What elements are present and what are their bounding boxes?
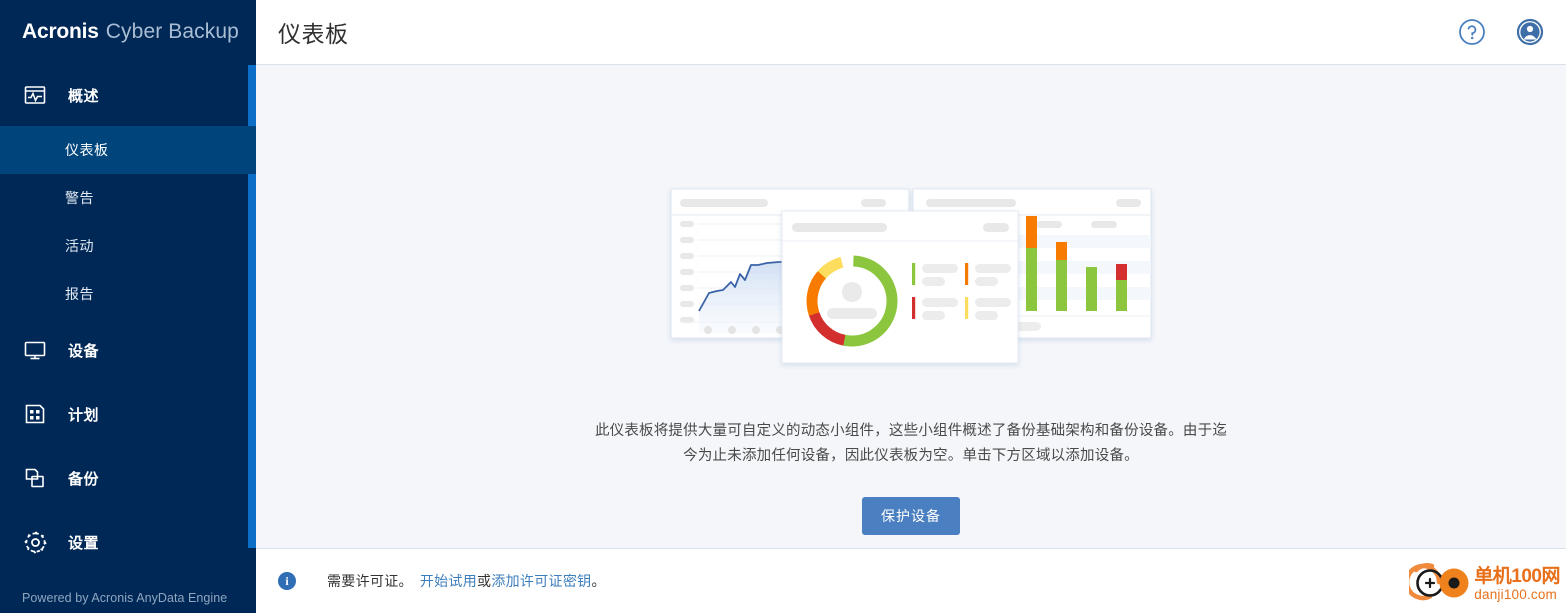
sidebar-item-settings[interactable]: 设置 <box>0 510 256 574</box>
copies-stack-icon <box>22 465 48 491</box>
sidebar-item-backups[interactable]: 备份 <box>0 446 256 510</box>
sidebar-item-devices-label: 设备 <box>68 342 100 360</box>
info-circle-icon: i <box>278 572 296 590</box>
application-window: Acronis Cyber Backup 概述 仪表板 警告 活动 报告 设备 … <box>0 0 1566 613</box>
sidebar-item-plans[interactable]: 计划 <box>0 382 256 446</box>
sidebar-item-activities[interactable]: 活动 <box>0 222 256 270</box>
sidebar-item-settings-label: 设置 <box>68 534 100 552</box>
top-header-bar: 仪表板 <box>256 0 1566 65</box>
logo-product-text: Cyber Backup <box>105 20 239 43</box>
danji100-logo-icon <box>1405 558 1471 611</box>
license-message: 需要许可证。 开始试用 或 添加许可证密钥 。 <box>327 571 606 591</box>
page-title: 仪表板 <box>278 21 349 47</box>
protect-device-button[interactable]: 保护设备 <box>862 497 960 535</box>
sidebar-item-dashboard-label: 仪表板 <box>65 142 109 158</box>
sidebar-item-alerts-label: 警告 <box>65 190 94 206</box>
sidebar-item-activities-label: 活动 <box>65 238 94 254</box>
license-period: 。 <box>591 573 606 589</box>
empty-state-description: 此仪表板将提供大量可自定义的动态小组件，这些小组件概述了备份基础架构和备份设备。… <box>594 423 1228 464</box>
plan-grid-icon <box>22 401 48 427</box>
help-question-circle-icon[interactable] <box>1458 18 1486 46</box>
sidebar-navigation: Acronis Cyber Backup 概述 仪表板 警告 活动 报告 设备 … <box>0 0 256 613</box>
start-trial-link[interactable]: 开始试用 <box>420 571 477 591</box>
license-required-text: 需要许可证。 <box>327 573 413 589</box>
license-separator: 或 <box>477 573 492 589</box>
sidebar-item-overview[interactable]: 概述 <box>0 64 256 126</box>
sidebar-footer-text: Powered by Acronis AnyData Engine <box>22 591 228 605</box>
dashboard-empty-state: 此仪表板将提供大量可自定义的动态小组件，这些小组件概述了备份基础架构和备份设备。… <box>256 65 1566 548</box>
user-account-circle-icon[interactable] <box>1516 18 1544 46</box>
monitor-icon <box>22 337 48 363</box>
sidebar-item-devices[interactable]: 设备 <box>0 318 256 382</box>
overview-monitor-pulse-icon <box>22 82 48 108</box>
sidebar-item-reports[interactable]: 报告 <box>0 270 256 318</box>
sidebar-item-backups-label: 备份 <box>68 470 100 488</box>
sidebar-item-reports-label: 报告 <box>65 286 94 302</box>
watermark-title: 单机100网 <box>1474 566 1560 588</box>
header-actions <box>1458 18 1544 46</box>
add-license-key-link[interactable]: 添加许可证密钥 <box>491 571 591 591</box>
dashboard-widgets-illustration <box>661 183 1161 383</box>
logo-brand-text: Acronis <box>22 20 99 43</box>
danji100-watermark: 单机100网 danji100.com <box>1405 558 1560 611</box>
sidebar-item-overview-label: 概述 <box>68 87 100 105</box>
gear-icon <box>22 529 48 555</box>
sidebar-item-plans-label: 计划 <box>68 406 100 424</box>
license-notification-bar: i 需要许可证。 开始试用 或 添加许可证密钥 。 单机100网 danji10… <box>256 548 1566 613</box>
watermark-domain: danji100.com <box>1474 587 1557 603</box>
sidebar-item-alerts[interactable]: 警告 <box>0 174 256 222</box>
acronis-logo[interactable]: Acronis Cyber Backup <box>0 0 256 64</box>
sidebar-item-dashboard[interactable]: 仪表板 <box>0 126 256 174</box>
main-area: 仪表板 此仪表板将提供大量可自定义的动态小组件，这些小组件概述了备份基础架构和备… <box>256 0 1566 613</box>
